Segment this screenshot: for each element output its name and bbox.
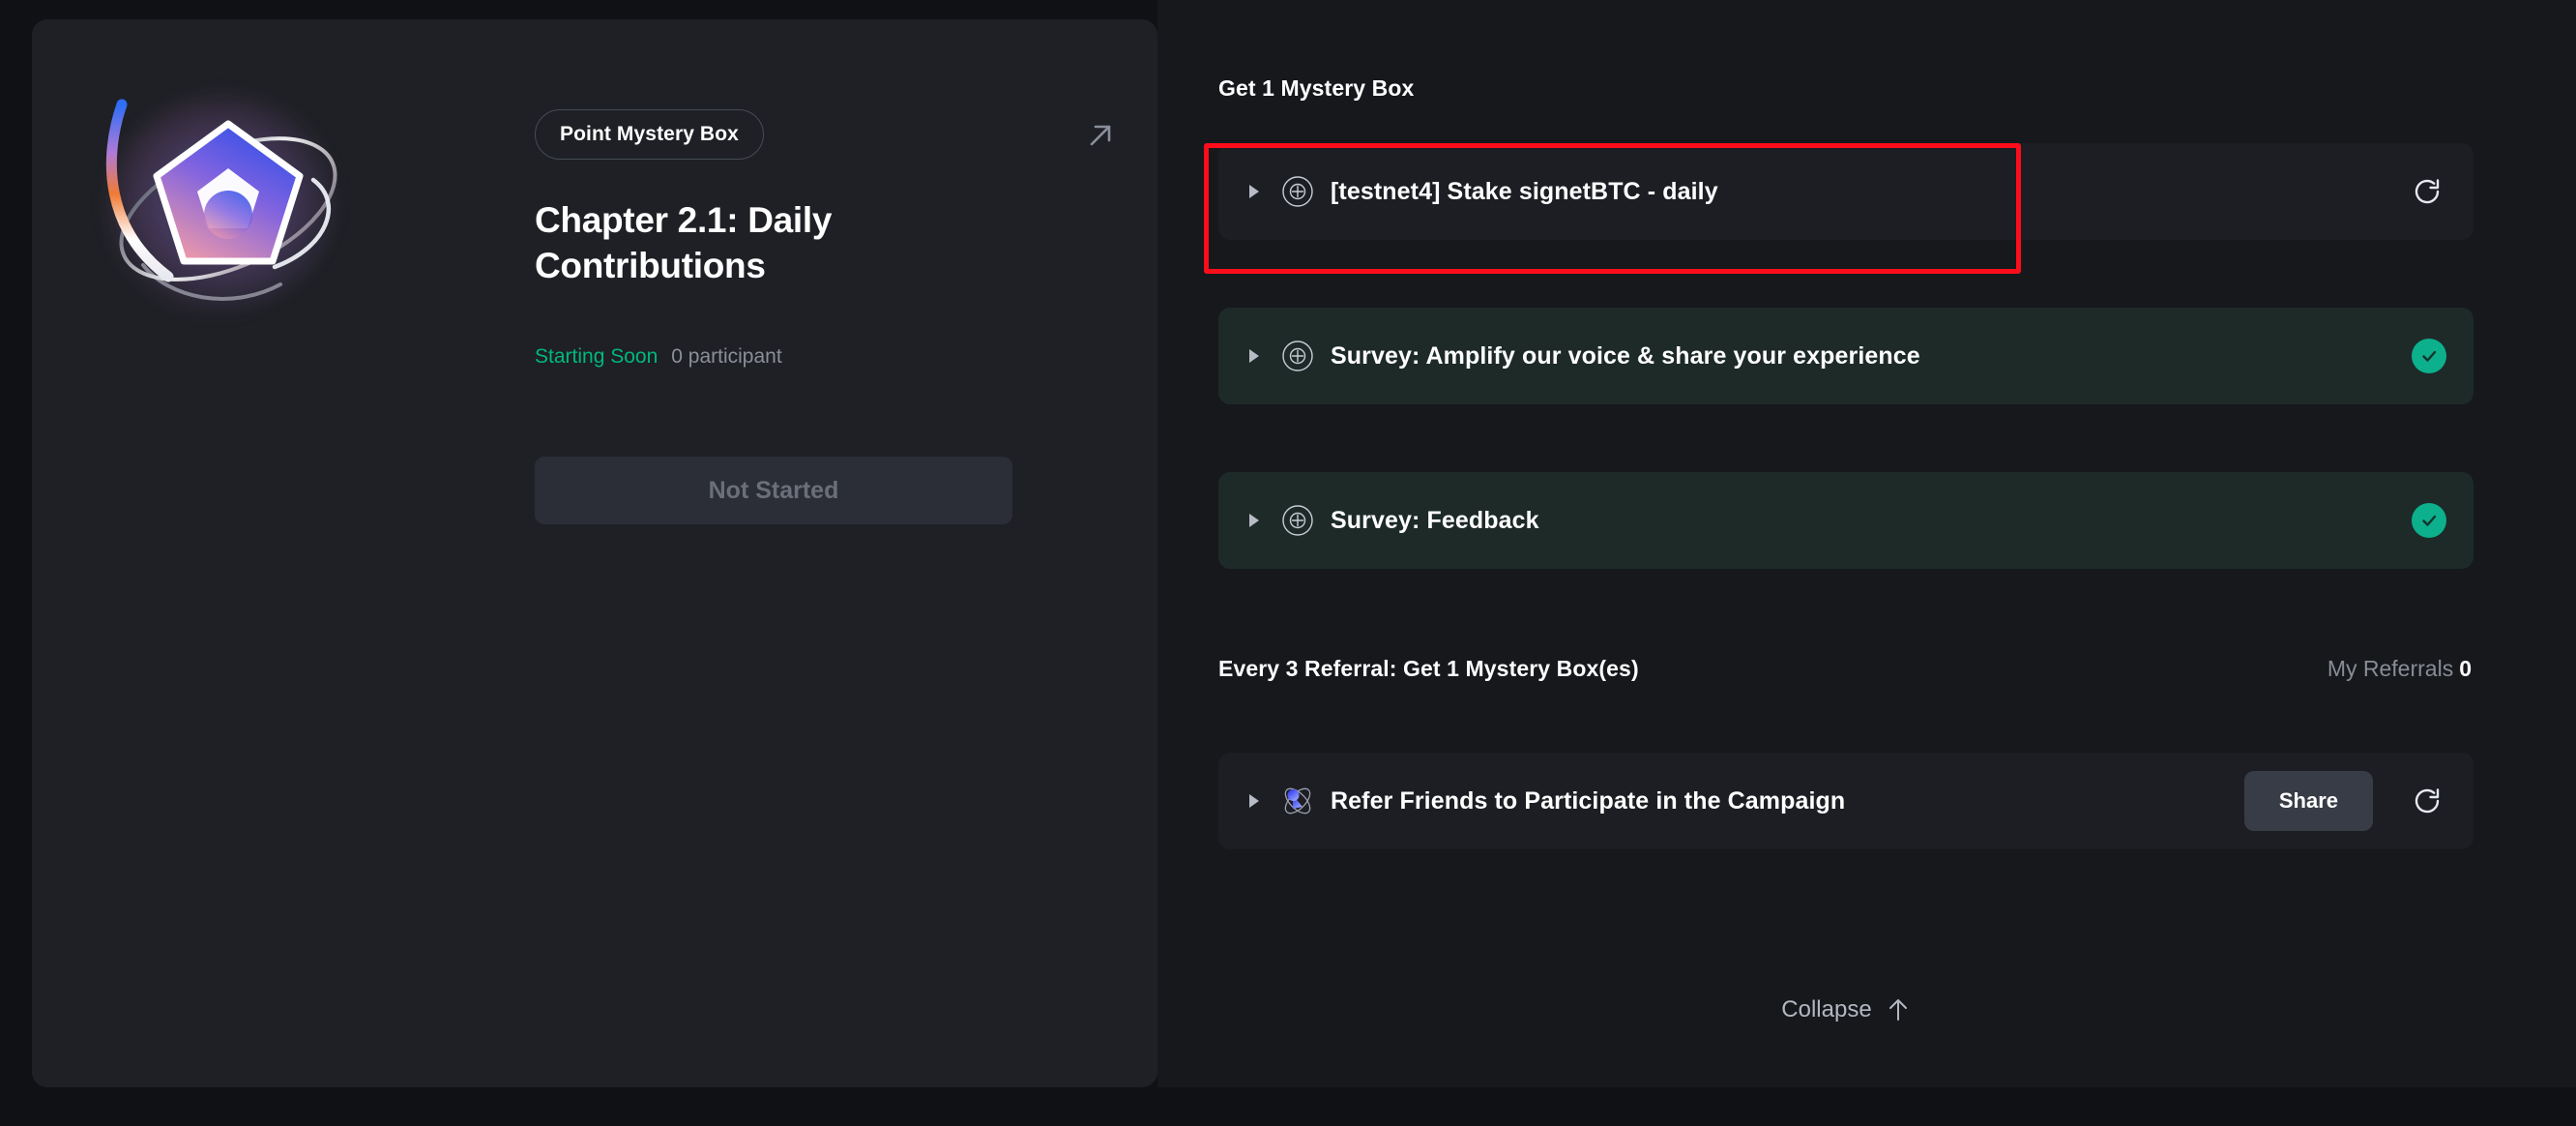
arrow-up-icon: [1886, 996, 1911, 1023]
quest-row-stake-signetbtc[interactable]: [testnet4] Stake signetBTC - daily: [1218, 143, 2474, 240]
refresh-icon[interactable]: [2408, 172, 2446, 211]
chevron-right-icon[interactable]: [1238, 340, 1271, 372]
campaign-summary-card: Point Mystery Box Chapter 2.1: Daily Con…: [32, 19, 1157, 1087]
circle-plus-target-icon: [1278, 501, 1317, 540]
participant-count: 0 participant: [671, 345, 781, 369]
check-circle-icon: [2412, 503, 2446, 538]
refresh-icon[interactable]: [2408, 782, 2446, 820]
not-started-button[interactable]: Not Started: [535, 457, 1012, 524]
circle-plus-target-icon: [1278, 337, 1317, 375]
check-circle-icon: [2412, 339, 2446, 373]
my-referrals-value: 0: [2459, 656, 2472, 681]
quest-label: Survey: Amplify our voice & share your e…: [1331, 342, 1920, 370]
circle-plus-target-icon: [1278, 172, 1317, 211]
share-button[interactable]: Share: [2244, 771, 2373, 831]
section-heading-referral: Every 3 Referral: Get 1 Mystery Box(es): [1218, 656, 1639, 682]
arrow-up-right-icon: [1084, 119, 1117, 152]
mystery-box-gem-icon: [85, 68, 366, 348]
campaign-tag-label: Point Mystery Box: [560, 123, 739, 146]
page-title: Chapter 2.1: Daily Contributions: [535, 198, 941, 289]
chevron-right-icon[interactable]: [1238, 175, 1271, 208]
collapse-button[interactable]: Collapse: [1218, 996, 2474, 1023]
chevron-right-icon[interactable]: [1238, 785, 1271, 817]
campaign-page: Point Mystery Box Chapter 2.1: Daily Con…: [0, 0, 2576, 1126]
quest-label: Survey: Feedback: [1331, 507, 1539, 535]
quest-label: [testnet4] Stake signetBTC - daily: [1331, 178, 1718, 206]
gem-logo-svg: [85, 68, 366, 348]
quest-label: Refer Friends to Participate in the Camp…: [1331, 787, 1845, 815]
quest-row-survey-feedback[interactable]: Survey: Feedback: [1218, 472, 2474, 569]
my-referrals-counter: My Referrals0: [2286, 656, 2472, 682]
external-link-button[interactable]: [1076, 111, 1125, 160]
section-heading-mystery-box: Get 1 Mystery Box: [1218, 75, 1414, 102]
referral-gem-icon: [1278, 782, 1317, 820]
campaign-meta: Starting Soon 0 participant: [535, 345, 782, 369]
campaign-tag-pill[interactable]: Point Mystery Box: [535, 109, 764, 160]
my-referrals-label: My Referrals: [2327, 656, 2453, 681]
chevron-right-icon[interactable]: [1238, 504, 1271, 537]
quest-row-survey-amplify[interactable]: Survey: Amplify our voice & share your e…: [1218, 308, 2474, 404]
quest-row-refer-friends[interactable]: Refer Friends to Participate in the Camp…: [1218, 753, 2474, 849]
status-badge: Starting Soon: [535, 345, 658, 369]
collapse-label: Collapse: [1781, 996, 1871, 1023]
